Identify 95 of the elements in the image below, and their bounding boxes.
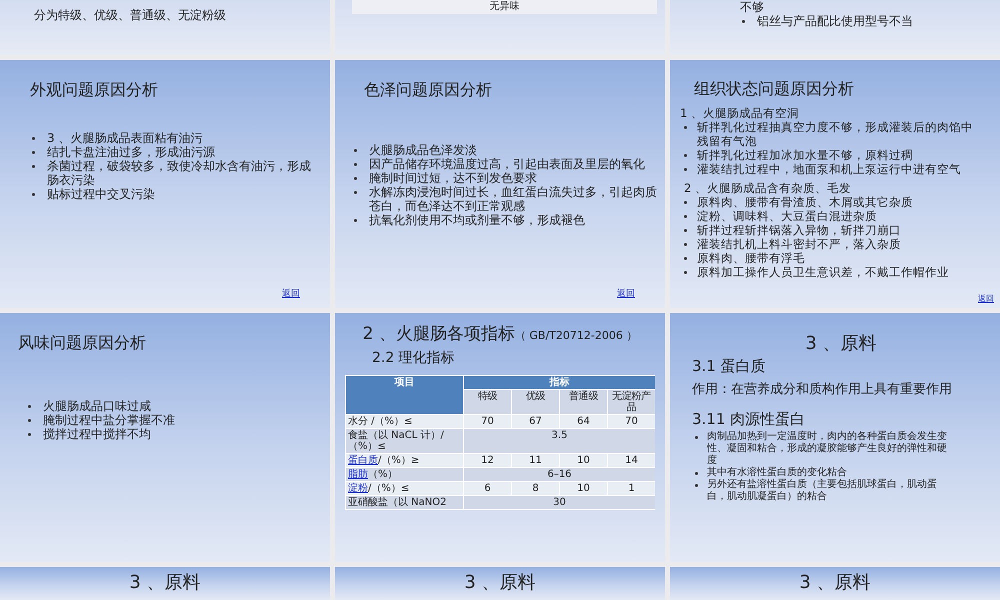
bullet-icon	[684, 154, 687, 157]
bullet-text: 搅拌过程中搅拌不均	[43, 427, 151, 441]
back-link[interactable]: 返回	[978, 293, 994, 304]
bullet-icon	[695, 472, 698, 475]
bullet-text: 淀粉、调味料、大豆蛋白混进杂质	[697, 209, 877, 223]
bullet-icon	[684, 201, 687, 204]
slide-text: 分为特级、优级、普通级、无淀粉级	[34, 8, 226, 22]
bullet-text: 肉制品加热到一定温度时，肉内的各种蛋白质会发生变性、凝固和粘合，形成的凝胶能够产生良好的弹性和硬度	[707, 431, 947, 466]
slide-heading: 2.2 理化指标	[371, 349, 456, 367]
table-header: 指标	[464, 376, 655, 390]
slide-thumbnail[interactable]: 不够 铝丝与产品配比使用型号不当	[670, 0, 1000, 55]
bullet-text: 腌制过程中盐分掌握不准	[43, 413, 175, 427]
bullet-icon	[684, 271, 687, 274]
bullet-icon	[684, 243, 687, 246]
slide-thumbnail[interactable]: 3 、原料 3.1 蛋白质 作用：在营养成分和质构作用上具有重要作用 3.11 肉源性蛋白 肉制品加热到一定温度时，肉内的各种蛋白质会发生变性、凝固和粘合，形成的凝胶能够产生良好的弹性和硬度 其中有水溶性蛋白质的变化粘合 另外还有盐溶性蛋白质（主要包括肌球蛋白，肌动蛋白，肌动肌凝蛋白）的粘合	[670, 313, 1000, 562]
bullet-icon	[684, 257, 687, 260]
slide-title: 外观问题原因分析	[30, 80, 159, 101]
bullet-text: 斩拌乳化过程加冰加水量不够，原料过稠	[697, 148, 913, 162]
bullet-icon	[684, 229, 687, 232]
bullet-icon	[32, 137, 35, 140]
slide-thumbnail[interactable]: 3 、原料	[0, 567, 330, 600]
cell-link[interactable]: 淀粉	[348, 483, 368, 494]
bullet-text: 杀菌过程，破袋较多，致使冷却水含有油污，形成肠衣污染	[47, 159, 312, 187]
bullet-text: 铝丝与产品配比使用型号不当	[757, 14, 913, 28]
table-header: 特级	[464, 390, 512, 414]
bullet-icon	[354, 177, 357, 180]
table-cell: 亚硝酸盐（以 NaNO2	[346, 496, 464, 510]
slide-text: 2 、火腿肠成品含有杂质、毛发	[684, 181, 851, 195]
slide-thumbnail[interactable]: 外观问题原因分析 3 、火腿肠成品表面粘有油污 结扎卡盘注油过多，形成油污源 杀菌过程，破袋较多，致使冷却水含有油污，形成肠衣污染 贴标过程中交叉污染 返回	[0, 60, 330, 308]
bullet-icon	[684, 215, 687, 218]
bullet-icon	[742, 20, 745, 23]
bullet-text: 结扎卡盘注油过多，形成油污源	[47, 145, 215, 159]
slide-thumbnail[interactable]: 3 、原料	[670, 567, 1000, 600]
slide-title: 组织状态问题原因分析	[693, 79, 855, 100]
table-header: 无淀粉产品	[608, 390, 655, 414]
back-link[interactable]: 返回	[617, 287, 635, 300]
slide-text: 作用：在营养成分和质构作用上具有重要作用	[692, 381, 953, 398]
bullet-icon	[354, 163, 357, 166]
bullet-icon	[32, 193, 35, 196]
slide-text: 1 、火腿肠成品有空洞	[680, 106, 799, 120]
table-cell: 无异味	[352, 0, 657, 14]
bullet-icon	[684, 168, 687, 171]
slide-thumbnail[interactable]: 风味问题原因分析 火腿肠成品口味过咸 腌制过程中盐分掌握不准 搅拌过程中搅拌不均	[0, 313, 330, 562]
bullet-text: 原料肉、腰带有浮毛	[697, 251, 805, 265]
bullet-text: 因产品储存环境温度过高，引起由表面及里层的氧化	[369, 157, 645, 171]
slide-thumbnail[interactable]: 色泽问题原因分析 火腿肠成品色泽发淡 因产品储存环境温度过高，引起由表面及里层的氧化 腌制时间过短，达不到发色要求 水解冻肉浸泡时间过长，血红蛋白流失过多，引起肉质苍白，而色泽达不到正常观感 抗氧化剂使用不均或剂量不够，形成褪色 返回	[335, 60, 665, 308]
slide-heading: 3.1 蛋白质	[692, 357, 767, 376]
back-link[interactable]: 返回	[282, 287, 300, 300]
bullet-icon	[695, 484, 698, 487]
slide-title: 3 、原料	[463, 572, 537, 594]
cell-link[interactable]: 蛋白质	[348, 455, 378, 466]
bullet-icon	[28, 433, 31, 436]
slide-thumbnail[interactable]: 2 、火腿肠各项指标（ GB/T20712-2006 ） 2.2 理化指标 项目 指标 特级 优级 普通级 无淀粉产品 水分 /（%）≤ 70 67 64 70 食盐（以 NaCL 计）/（%）≤ 3.5 蛋白质/（%）≥ 12 11 10 14 脂肪（%） 6–16 淀粉/（%）≤ 6 8 10 1 亚硝酸盐（以 NaNO2 30	[335, 313, 665, 562]
bullet-icon	[28, 405, 31, 408]
slide-thumbnail[interactable]: 3 、原料	[335, 567, 665, 600]
bullet-text: 3 、火腿肠成品表面粘有油污	[47, 131, 202, 145]
bullet-text: 贴标过程中交叉污染	[47, 187, 155, 201]
bullet-icon	[354, 191, 357, 194]
bullet-icon	[32, 151, 35, 154]
bullet-text: 抗氧化剂使用不均或剂量不够，形成褪色	[369, 213, 585, 227]
bullet-icon	[684, 126, 687, 129]
bullet-icon	[32, 165, 35, 168]
bullet-text: 其中有水溶性蛋白质的变化粘合	[707, 467, 847, 478]
slide-title: 2 、火腿肠各项指标	[362, 324, 515, 344]
title-note: （ GB/T20712-2006 ）	[514, 329, 638, 342]
bullet-icon	[28, 419, 31, 422]
bullet-icon	[695, 436, 698, 439]
slide-title: 3 、原料	[798, 572, 872, 594]
slide-title: 风味问题原因分析	[18, 333, 147, 354]
bullet-text: 原料加工操作人员卫生意识差，不戴工作帽作业	[697, 265, 949, 279]
slide-title: 色泽问题原因分析	[363, 80, 493, 101]
bullet-text: 水解冻肉浸泡时间过长，血红蛋白流失过多，引起肉质苍白，而色泽达不到正常观感	[369, 185, 658, 213]
bullet-text: 灌装结扎机上料斗密封不严，落入杂质	[697, 237, 901, 251]
bullet-icon	[354, 219, 357, 222]
bullet-text: 火腿肠成品色泽发淡	[369, 143, 477, 157]
table-cell: 30	[464, 496, 655, 510]
bullet-text: 斩拌乳化过程抽真空力度不够，形成灌装后的肉馅中残留有气泡	[697, 120, 974, 148]
slide-text: 不够	[740, 0, 764, 14]
bullet-text: 另外还有盐溶性蛋白质（主要包括肌球蛋白，肌动蛋白，肌动肌凝蛋白）的粘合	[707, 479, 938, 503]
slide-heading: 3.11 肉源性蛋白	[692, 410, 806, 429]
slide-title: 3 、原料	[128, 572, 202, 594]
bullet-text: 火腿肠成品口味过咸	[43, 399, 151, 413]
bullet-text: 原料肉、腰带有骨渣质、木屑或其它杂质	[697, 195, 913, 209]
bullet-icon	[354, 149, 357, 152]
slide-title: 3 、原料	[804, 332, 878, 355]
slide-thumbnail[interactable]: 分为特级、优级、普通级、无淀粉级	[0, 0, 330, 55]
cell-link[interactable]: 脂肪	[348, 469, 368, 480]
slide-thumbnail[interactable]: 无异味	[335, 0, 665, 55]
table-header: 项目	[346, 376, 464, 414]
slide-thumbnail[interactable]	[670, 60, 1000, 308]
bullet-text: 斩拌过程斩拌锅落入异物，斩拌刀崩口	[697, 223, 901, 237]
bullet-text: 腌制时间过短，达不到发色要求	[369, 171, 537, 185]
bullet-text: 灌装结扎过程中，地面泵和机上泵运行中进有空气	[697, 162, 961, 176]
table-header: 普通级	[560, 390, 608, 414]
table-header: 优级	[512, 390, 560, 414]
